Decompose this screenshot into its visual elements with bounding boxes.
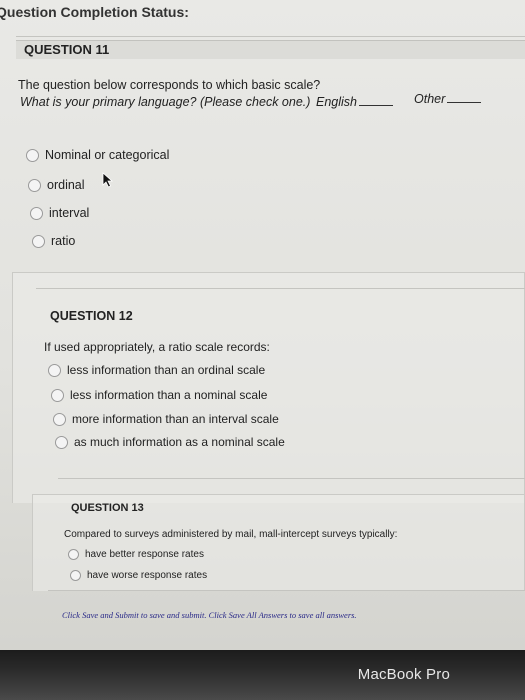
other-choice-text: Other xyxy=(414,92,482,106)
english-label: English xyxy=(316,95,357,109)
radio-button[interactable] xyxy=(55,435,68,449)
q12-option-3[interactable]: more information than an interval scale xyxy=(53,412,279,426)
radio-button[interactable] xyxy=(26,148,39,162)
radio-button[interactable] xyxy=(70,570,81,581)
option-label: less information than a nominal scale xyxy=(70,388,268,402)
radio-button[interactable] xyxy=(30,206,43,220)
q13-option-2[interactable]: have worse response rates xyxy=(70,570,207,581)
question-11-prompt: The question below corresponds to which … xyxy=(18,78,321,92)
other-label: Other xyxy=(414,92,446,106)
divider xyxy=(36,288,525,289)
question-12-header: QUESTION 12 xyxy=(50,309,133,323)
q11-option-3[interactable]: interval xyxy=(30,206,89,220)
quiz-page: Question Completion Status: QUESTION 11 … xyxy=(0,0,525,650)
q11-option-4[interactable]: ratio xyxy=(32,234,75,248)
radio-button[interactable] xyxy=(48,363,61,377)
radio-button[interactable] xyxy=(51,388,64,402)
divider xyxy=(58,478,525,479)
question-completion-status: Question Completion Status: xyxy=(0,4,189,20)
divider xyxy=(48,590,525,591)
mouse-cursor-icon xyxy=(102,172,114,188)
question-13-prompt: Compared to surveys administered by mail… xyxy=(64,529,398,540)
english-choice-text: English xyxy=(316,95,393,109)
radio-button[interactable] xyxy=(53,412,66,426)
option-label: Nominal or categorical xyxy=(45,148,170,162)
radio-button[interactable] xyxy=(68,549,79,560)
q12-option-1[interactable]: less information than an ordinal scale xyxy=(48,363,265,377)
radio-button[interactable] xyxy=(32,234,45,248)
option-label: more information than an interval scale xyxy=(72,412,279,426)
q11-option-2[interactable]: ordinal xyxy=(28,178,85,192)
question-11-header: QUESTION 11 xyxy=(16,40,525,59)
q13-option-1[interactable]: have better response rates xyxy=(68,549,204,560)
option-label: have better response rates xyxy=(85,549,204,560)
option-label: have worse response rates xyxy=(87,570,208,581)
q12-option-2[interactable]: less information than a nominal scale xyxy=(51,388,267,402)
radio-button[interactable] xyxy=(28,178,41,192)
option-label: interval xyxy=(49,206,90,220)
save-instructions: Click Save and Submit to save and submit… xyxy=(62,610,357,620)
option-label: less information than an ordinal scale xyxy=(67,363,266,377)
divider xyxy=(16,36,525,37)
option-label: ordinal xyxy=(47,178,85,192)
option-label: ratio xyxy=(51,234,76,248)
question-13-header: QUESTION 13 xyxy=(71,502,144,514)
question-11-subprompt: What is your primary language? (Please c… xyxy=(20,95,311,109)
macbook-pro-label: MacBook Pro xyxy=(357,666,450,683)
q12-option-4[interactable]: as much information as a nominal scale xyxy=(55,435,285,449)
english-blank xyxy=(359,95,393,106)
question-12-prompt: If used appropriately, a ratio scale rec… xyxy=(44,340,270,354)
other-blank xyxy=(447,92,482,103)
option-label: as much information as a nominal scale xyxy=(74,435,285,449)
q11-option-1[interactable]: Nominal or categorical xyxy=(26,148,169,162)
